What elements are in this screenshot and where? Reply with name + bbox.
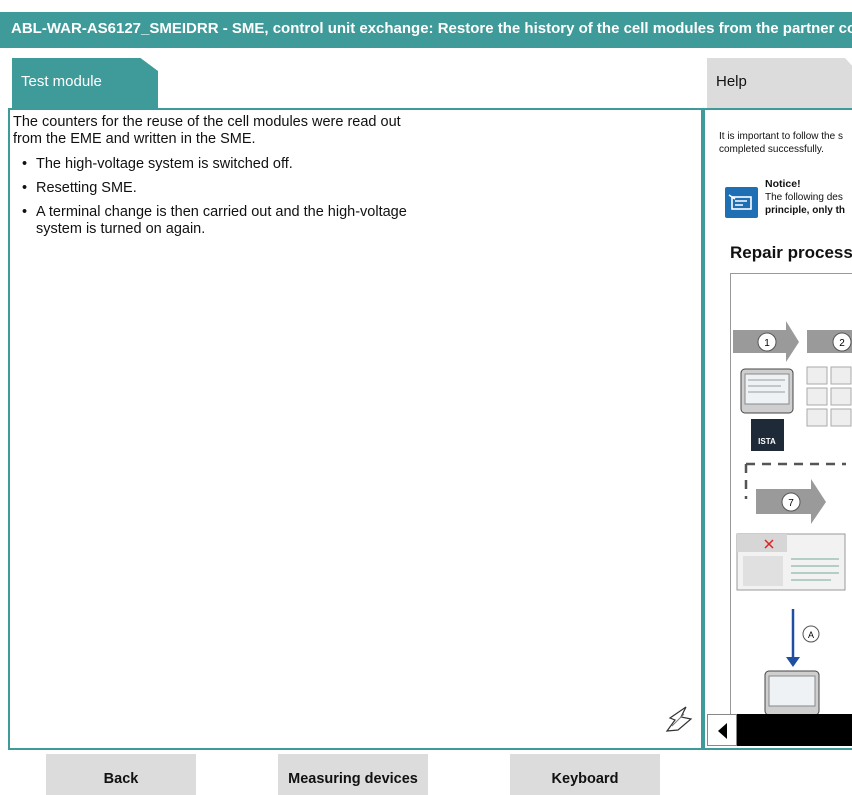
triangle-left-icon xyxy=(718,723,727,739)
list-item-text: Resetting SME. xyxy=(36,180,137,196)
notice-body: The following des principle, only th xyxy=(765,191,845,217)
bullet-dot: • xyxy=(22,204,28,220)
step-arrow-1: 1 xyxy=(733,321,799,362)
hand-pointing-icon xyxy=(725,187,758,218)
help-text-line: It is important to follow the s xyxy=(719,131,843,142)
app-window: ABL-WAR-AS6127_SMEIDRR - SME, control un… xyxy=(0,0,852,795)
top-strip xyxy=(0,0,852,12)
ista-logo-text: ISTA xyxy=(758,437,776,446)
list-item: • Resetting SME. xyxy=(22,180,442,197)
intro-text: The counters for the reuse of the cell m… xyxy=(13,114,401,147)
test-module-panel: The counters for the reuse of the cell m… xyxy=(8,108,703,750)
list-item-text: The high-voltage system is switched off. xyxy=(36,156,293,172)
tab-test-module[interactable]: Test module xyxy=(12,58,158,108)
bullet-list: • The high-voltage system is switched off… xyxy=(22,156,442,245)
laptop-image xyxy=(740,368,794,414)
step-arrow-7: 7 xyxy=(756,479,826,524)
busy-cursor-icon xyxy=(665,706,693,732)
parts-grid xyxy=(806,366,852,427)
repair-process-title: Repair process xyxy=(730,243,852,262)
step-1-label: 1 xyxy=(764,338,770,349)
step-2-label: 2 xyxy=(839,338,845,349)
notice-title: Notice! xyxy=(765,178,801,190)
step-7-label: 7 xyxy=(788,498,794,509)
window-title: ABL-WAR-AS6127_SMEIDRR - SME, control un… xyxy=(0,12,852,48)
tab-help[interactable]: Help xyxy=(707,58,852,108)
list-item-text: A terminal change is then carried out an… xyxy=(36,204,407,237)
list-item: • The high-voltage system is switched off… xyxy=(22,156,442,173)
step-arrow-2: 2 xyxy=(807,330,852,353)
help-panel: It is important to follow the s complete… xyxy=(703,108,852,750)
help-text: It is important to follow the s complete… xyxy=(719,130,852,156)
list-item: • A terminal change is then carried out a… xyxy=(22,204,442,238)
help-horizontal-scrollbar[interactable] xyxy=(707,714,852,746)
keyboard-button[interactable]: Keyboard xyxy=(510,754,660,795)
measuring-devices-button[interactable]: Measuring devices xyxy=(278,754,428,795)
repair-process-diagram: 1 2 ISTA 7 A xyxy=(730,273,852,723)
ista-logo: ISTA xyxy=(751,419,784,451)
laptop-image-bottom xyxy=(764,670,820,716)
screenshot-thumbnail xyxy=(736,533,846,591)
back-button[interactable]: Back xyxy=(46,754,196,795)
notice-line-bold: principle, only th xyxy=(765,205,846,216)
bullet-dot: • xyxy=(22,180,28,196)
help-text-line: completed successfully. xyxy=(719,144,824,155)
bullet-dot: • xyxy=(22,156,28,172)
step-a-label: A xyxy=(808,630,814,640)
scroll-left-button[interactable] xyxy=(707,714,737,746)
down-arrow: A xyxy=(786,609,820,667)
notice-line: The following des xyxy=(765,192,843,203)
